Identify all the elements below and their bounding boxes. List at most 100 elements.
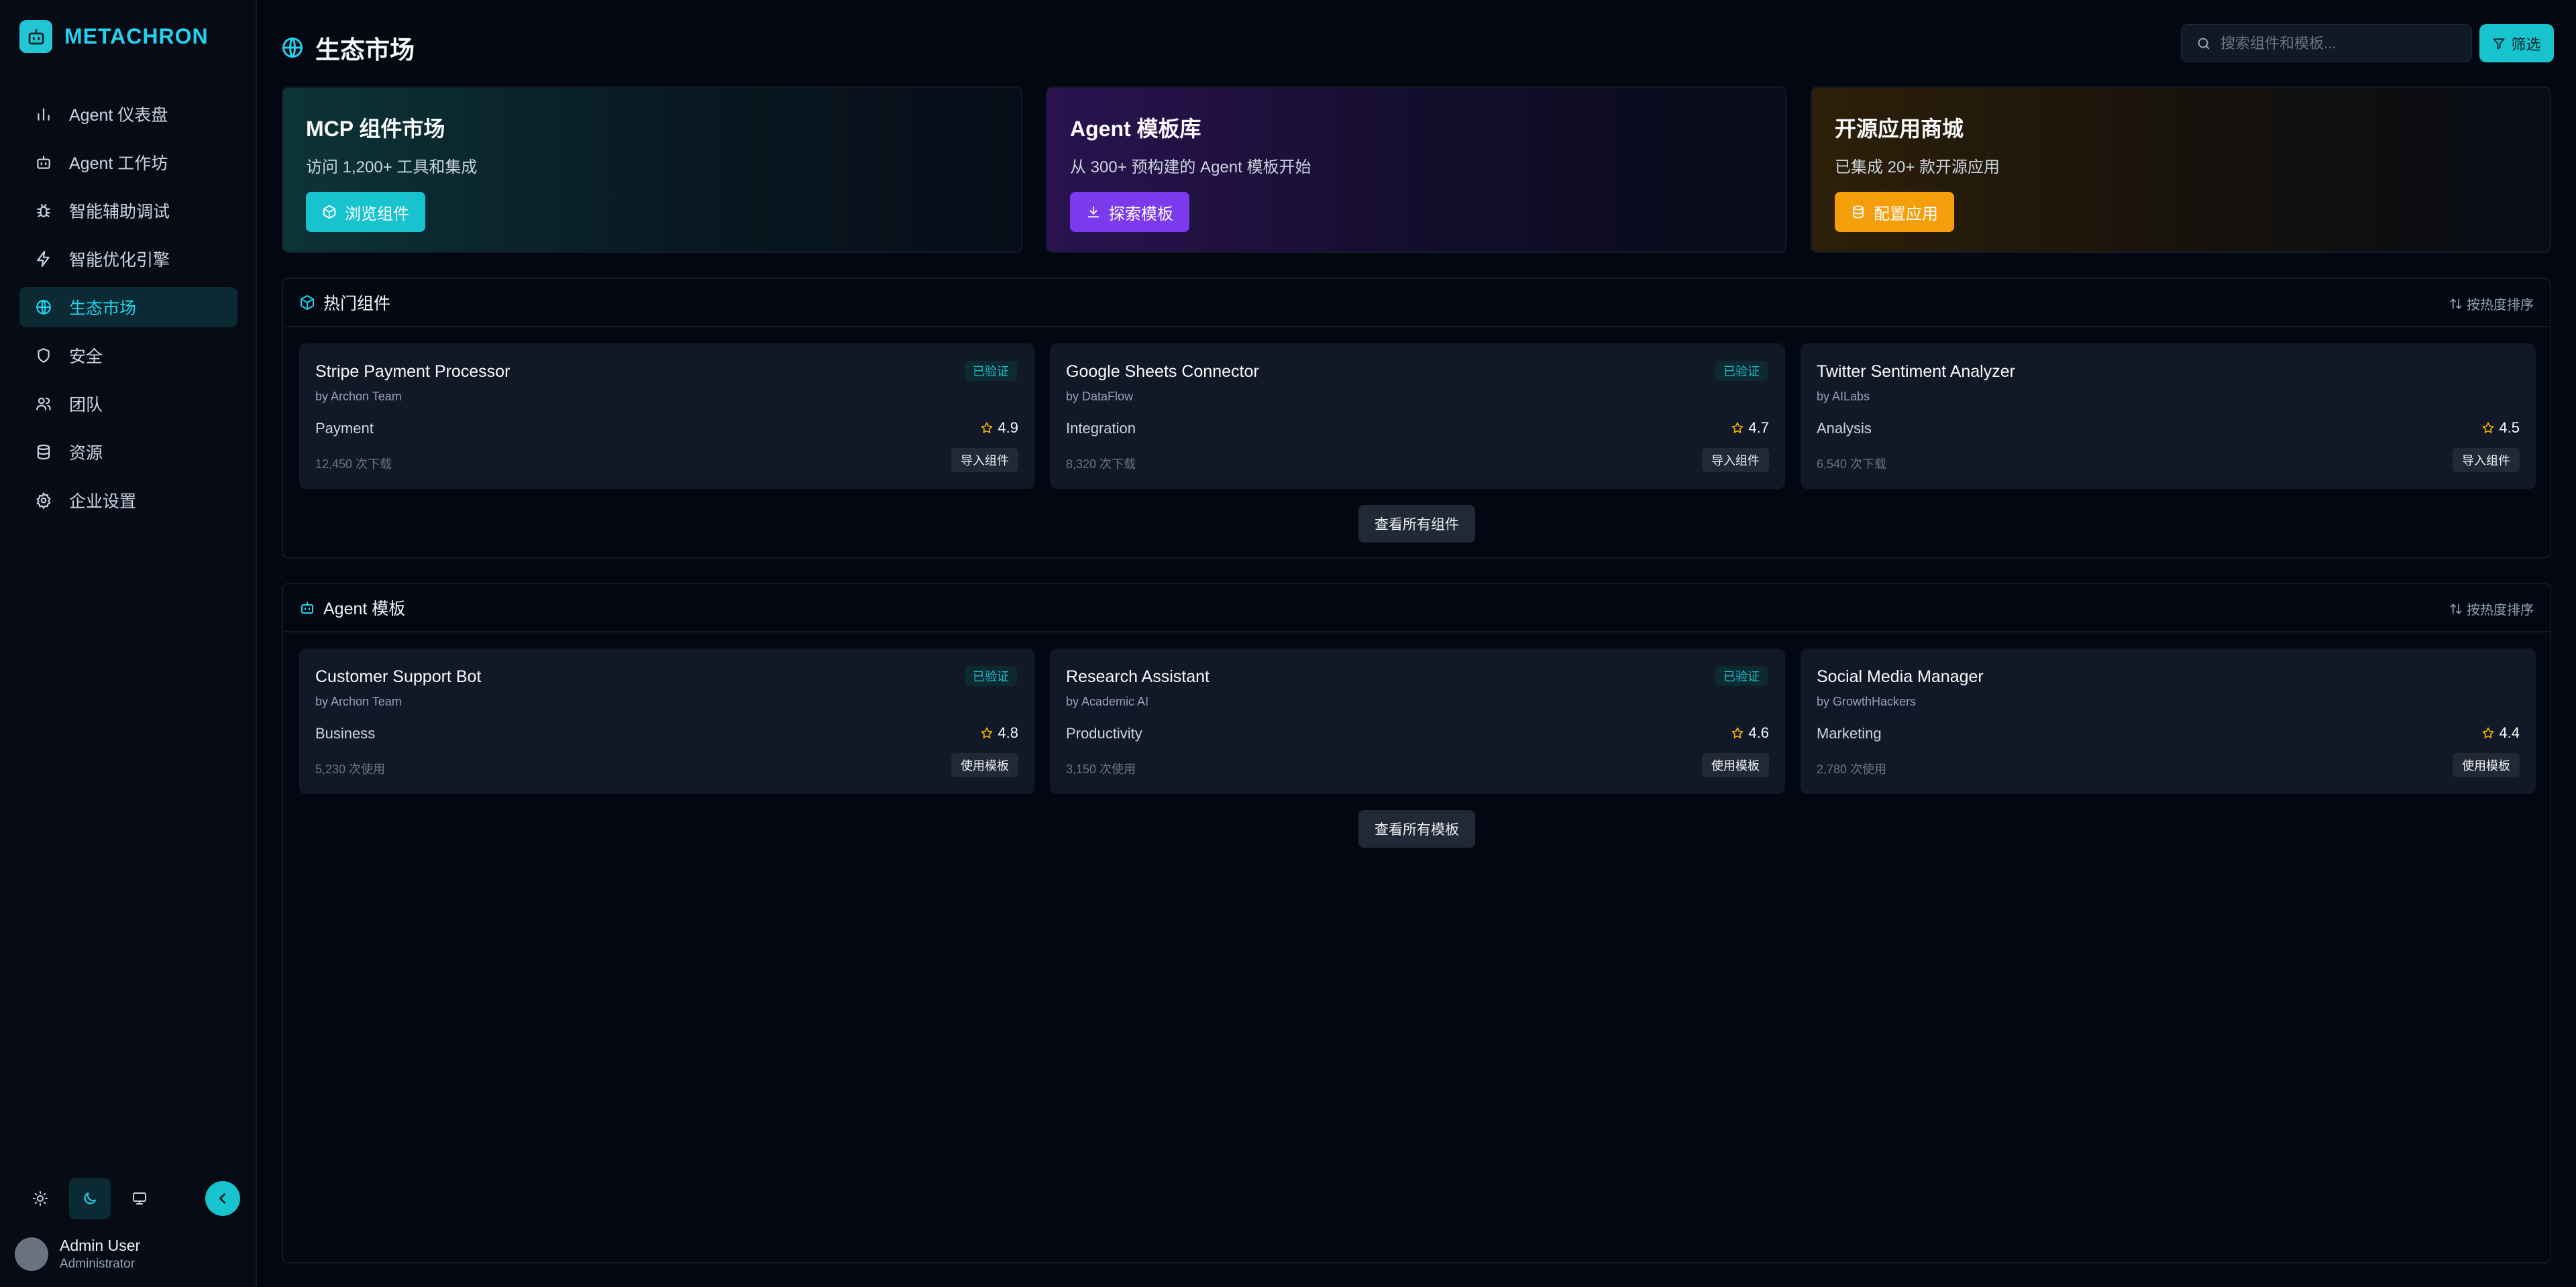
star-icon [980, 726, 994, 740]
card-rating: 4.9 [980, 419, 1018, 437]
sidebar-item-agent-dashboard[interactable]: Agent 仪表盘 [19, 94, 237, 134]
promo-subtitle: 从 300+ 预构建的 Agent 模板开始 [1070, 158, 1311, 176]
package-icon [322, 205, 337, 219]
theme-switcher [19, 1178, 168, 1219]
sidebar-item-label: 智能优化引擎 [69, 251, 170, 270]
use-template-button[interactable]: 使用模板 [1702, 753, 1769, 777]
sidebar-item-security[interactable]: 安全 [19, 335, 237, 376]
import-component-button[interactable]: 导入组件 [951, 448, 1018, 472]
globe-icon [280, 36, 305, 60]
user-name: Admin User [60, 1237, 141, 1254]
sidebar-item-agent-workshop[interactable]: Agent 工作坊 [19, 142, 237, 182]
promo-subtitle: 已集成 20+ 款开源应用 [1835, 158, 2000, 176]
sort-icon [2449, 297, 2463, 311]
component-card[interactable]: Google Sheets Connector by DataFlow 已验证 … [1050, 343, 1785, 489]
browse-components-button[interactable]: 浏览组件 [306, 192, 425, 232]
sidebar-item-label: 智能辅助调试 [69, 203, 170, 221]
template-card[interactable]: Customer Support Bot by Archon Team 已验证 … [299, 649, 1034, 794]
card-rating: 4.4 [2481, 724, 2520, 742]
card-title: Google Sheets Connector [1066, 362, 1259, 381]
card-title: Twitter Sentiment Analyzer [1817, 362, 2015, 381]
card-author: by DataFlow [1066, 390, 1134, 403]
sort-by-popularity-button[interactable]: 按热度排序 [2449, 599, 2534, 618]
sidebar-item-debugging[interactable]: 智能辅助调试 [19, 190, 237, 231]
theme-light-button[interactable] [19, 1178, 61, 1219]
star-icon [1731, 421, 1744, 435]
brand[interactable]: METACHRON [19, 20, 209, 53]
database-icon [1851, 205, 1866, 219]
sidebar-item-label: 资源 [69, 444, 103, 463]
package-icon [299, 294, 315, 311]
sort-by-popularity-button[interactable]: 按热度排序 [2449, 294, 2534, 313]
card-author: by AILabs [1817, 390, 1870, 403]
gear-icon [34, 490, 54, 510]
card-category: Integration [1066, 420, 1136, 437]
card-title: Social Media Manager [1817, 667, 1984, 686]
configure-apps-button[interactable]: 配置应用 [1835, 192, 1954, 232]
bar-chart-icon [34, 104, 54, 124]
sidebar-item-optimization[interactable]: 智能优化引擎 [19, 239, 237, 279]
sidebar-item-settings[interactable]: 企业设置 [19, 480, 237, 520]
use-template-button[interactable]: 使用模板 [951, 753, 1018, 777]
download-count: 6,540 次下载 [1817, 457, 1887, 471]
search-box[interactable] [2181, 24, 2472, 62]
shield-icon [34, 345, 54, 366]
page-title: 生态市场 [280, 30, 415, 66]
sidebar-item-label: Agent 工作坊 [69, 154, 168, 173]
rating-value: 4.4 [2499, 724, 2520, 741]
card-category: Business [315, 725, 376, 742]
download-count: 8,320 次下载 [1066, 457, 1136, 471]
database-icon [34, 442, 54, 462]
sort-label: 按热度排序 [2467, 603, 2534, 618]
card-rating: 4.8 [980, 724, 1018, 742]
star-icon [980, 421, 994, 435]
sidebar-item-marketplace[interactable]: 生态市场 [19, 287, 237, 327]
sidebar-item-team[interactable]: 团队 [19, 384, 237, 424]
view-all-components-button[interactable]: 查看所有组件 [1358, 505, 1475, 543]
promo-card-mcp: MCP 组件市场 访问 1,200+ 工具和集成 浏览组件 [282, 87, 1022, 253]
agent-templates-section: Agent 模板 按热度排序 Customer Support Bot by A… [282, 583, 2551, 1264]
theme-system-button[interactable] [119, 1178, 160, 1219]
sidebar-item-resources[interactable]: 资源 [19, 432, 237, 472]
chevron-left-icon [215, 1191, 230, 1206]
explore-templates-button[interactable]: 探索模板 [1070, 192, 1189, 232]
sun-icon [32, 1190, 48, 1207]
verified-badge: 已验证 [1715, 666, 1768, 686]
template-cards: Customer Support Bot by Archon Team 已验证 … [299, 649, 2536, 794]
promo-title: MCP 组件市场 [306, 117, 445, 141]
moon-icon [82, 1190, 98, 1207]
theme-dark-button[interactable] [69, 1178, 111, 1219]
users-icon [34, 394, 54, 414]
user-profile[interactable]: Admin User Administrator [15, 1237, 140, 1272]
usage-count: 2,780 次使用 [1817, 763, 1887, 776]
import-component-button[interactable]: 导入组件 [1702, 448, 1769, 472]
user-role: Administrator [60, 1257, 135, 1271]
component-card[interactable]: Stripe Payment Processor by Archon Team … [299, 343, 1034, 489]
filter-button[interactable]: 筛选 [2479, 24, 2554, 62]
view-all-templates-button[interactable]: 查看所有模板 [1358, 810, 1475, 848]
rating-value: 4.9 [998, 419, 1018, 436]
search-input[interactable] [2220, 34, 2462, 52]
promo-button-label: 探索模板 [1109, 205, 1173, 223]
component-card[interactable]: Twitter Sentiment Analyzer by AILabs Ana… [1801, 343, 2536, 489]
filter-icon [2492, 37, 2506, 50]
import-component-button[interactable]: 导入组件 [2453, 448, 2520, 472]
sort-icon [2449, 602, 2463, 616]
template-card[interactable]: Social Media Manager by GrowthHackers Ma… [1801, 649, 2536, 794]
star-icon [2481, 726, 2495, 740]
sidebar-item-label: 安全 [69, 347, 103, 366]
avatar [15, 1237, 48, 1271]
section-header: 热门组件 按热度排序 [283, 279, 2550, 327]
search-icon [2196, 36, 2211, 51]
bot-icon [34, 152, 54, 172]
sidebar-item-label: Agent 仪表盘 [69, 106, 168, 125]
use-template-button[interactable]: 使用模板 [2453, 753, 2520, 777]
sort-label: 按热度排序 [2467, 298, 2534, 313]
usage-count: 5,230 次使用 [315, 763, 386, 776]
sidebar-item-label: 团队 [69, 396, 103, 414]
template-card[interactable]: Research Assistant by Academic AI 已验证 Pr… [1050, 649, 1785, 794]
collapse-sidebar-button[interactable] [205, 1181, 240, 1216]
card-author: by Academic AI [1066, 695, 1149, 708]
card-title: Research Assistant [1066, 667, 1210, 686]
download-count: 12,450 次下载 [315, 457, 392, 471]
